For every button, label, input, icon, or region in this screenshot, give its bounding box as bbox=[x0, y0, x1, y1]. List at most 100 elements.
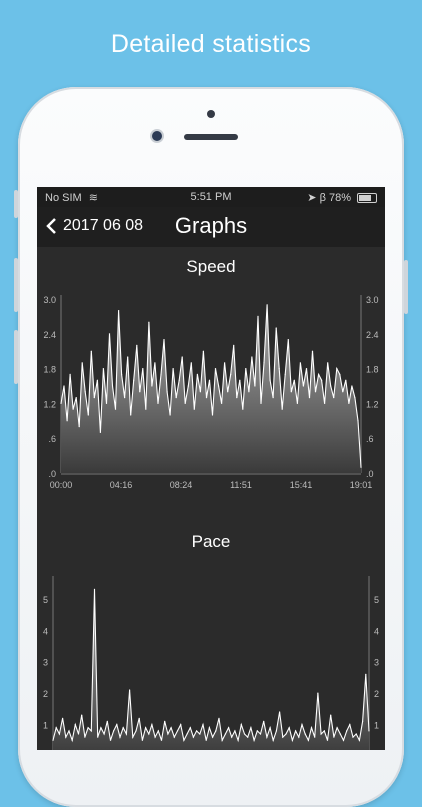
y-tick-label-right: .6 bbox=[366, 434, 374, 444]
y-tick-label-left: 1 bbox=[43, 721, 48, 731]
data-point bbox=[100, 727, 102, 729]
data-point bbox=[348, 402, 350, 404]
data-point bbox=[151, 385, 153, 387]
data-point bbox=[254, 385, 256, 387]
data-point bbox=[237, 739, 239, 741]
data-point bbox=[305, 368, 308, 370]
data-point bbox=[257, 315, 259, 317]
data-point bbox=[317, 692, 319, 694]
data-point bbox=[196, 373, 198, 375]
data-point bbox=[205, 397, 208, 399]
data-point bbox=[69, 373, 71, 375]
data-point bbox=[135, 730, 137, 732]
data-point bbox=[208, 379, 211, 381]
proximity-sensor bbox=[207, 110, 215, 118]
data-point bbox=[122, 727, 124, 729]
y-tick-label-left: 1.8 bbox=[43, 365, 56, 375]
data-point bbox=[87, 727, 89, 729]
earpiece-speaker bbox=[184, 134, 238, 140]
data-point bbox=[84, 391, 86, 393]
data-point bbox=[218, 385, 220, 387]
data-point bbox=[193, 408, 195, 410]
area-fill bbox=[53, 589, 369, 750]
data-point bbox=[291, 739, 293, 741]
data-point bbox=[77, 733, 80, 735]
y-tick-label-left: 3.0 bbox=[43, 295, 56, 305]
data-point bbox=[360, 466, 362, 468]
data-point bbox=[242, 408, 244, 410]
data-point bbox=[285, 733, 287, 735]
mute-switch bbox=[14, 190, 18, 218]
volume-up-button bbox=[14, 258, 18, 312]
data-point bbox=[345, 379, 347, 381]
data-point bbox=[339, 373, 341, 375]
data-point bbox=[362, 720, 364, 722]
data-point bbox=[354, 397, 356, 399]
data-point bbox=[266, 736, 268, 738]
data-point bbox=[90, 350, 92, 352]
data-point bbox=[205, 739, 207, 741]
data-point bbox=[141, 739, 143, 741]
data-point bbox=[93, 397, 95, 399]
y-tick-label-right: 2.4 bbox=[366, 330, 379, 340]
x-tick-label: 08:24 bbox=[170, 480, 193, 490]
data-point bbox=[279, 711, 281, 713]
data-point bbox=[243, 733, 246, 735]
data-point bbox=[248, 391, 250, 393]
volume-down-button bbox=[14, 330, 18, 384]
y-tick-label-left: 2.4 bbox=[43, 330, 56, 340]
y-tick-label-right: 3.0 bbox=[366, 295, 379, 305]
data-point bbox=[157, 402, 159, 404]
data-point bbox=[65, 736, 67, 738]
data-point bbox=[245, 368, 247, 370]
data-point bbox=[231, 736, 233, 738]
y-tick-label-left: 5 bbox=[43, 595, 48, 605]
data-point bbox=[333, 397, 335, 399]
data-point bbox=[342, 739, 345, 741]
data-point bbox=[60, 402, 62, 404]
data-point bbox=[311, 350, 314, 352]
data-point bbox=[181, 356, 183, 358]
y-tick-label-right: 4 bbox=[374, 626, 379, 636]
data-point bbox=[358, 739, 360, 741]
data-point bbox=[154, 362, 156, 364]
data-point bbox=[307, 739, 309, 741]
data-point bbox=[214, 368, 217, 370]
x-tick-label: 04:16 bbox=[110, 480, 133, 490]
data-point bbox=[74, 724, 76, 726]
data-point bbox=[239, 379, 241, 381]
data-point bbox=[81, 714, 83, 716]
data-point bbox=[75, 397, 77, 399]
data-point bbox=[269, 727, 271, 729]
data-point bbox=[170, 727, 172, 729]
data-point bbox=[72, 408, 74, 410]
data-point bbox=[234, 730, 236, 732]
data-point bbox=[357, 420, 359, 422]
data-point bbox=[124, 397, 126, 399]
data-point bbox=[132, 736, 134, 738]
data-point bbox=[63, 385, 65, 387]
data-point bbox=[349, 724, 351, 726]
y-tick-label-right: 1.2 bbox=[366, 399, 379, 409]
data-point bbox=[196, 730, 198, 732]
data-point bbox=[336, 368, 338, 370]
headline: Detailed statistics bbox=[110, 30, 312, 58]
data-point bbox=[215, 730, 217, 732]
pace-chart-title: Pace bbox=[191, 532, 231, 551]
data-point bbox=[187, 385, 189, 387]
data-point bbox=[250, 727, 252, 729]
data-point bbox=[263, 362, 265, 364]
data-point bbox=[133, 379, 135, 381]
data-point bbox=[247, 736, 249, 738]
y-tick-label-right: 5 bbox=[374, 595, 379, 605]
data-point bbox=[275, 327, 277, 329]
data-point bbox=[105, 402, 108, 404]
data-point bbox=[302, 385, 304, 387]
data-point bbox=[136, 344, 138, 346]
data-point bbox=[148, 733, 150, 735]
data-point bbox=[275, 730, 277, 732]
data-point bbox=[299, 362, 301, 364]
y-tick-label-right: 1.8 bbox=[366, 365, 379, 375]
data-point bbox=[352, 736, 354, 738]
data-point bbox=[228, 727, 230, 729]
